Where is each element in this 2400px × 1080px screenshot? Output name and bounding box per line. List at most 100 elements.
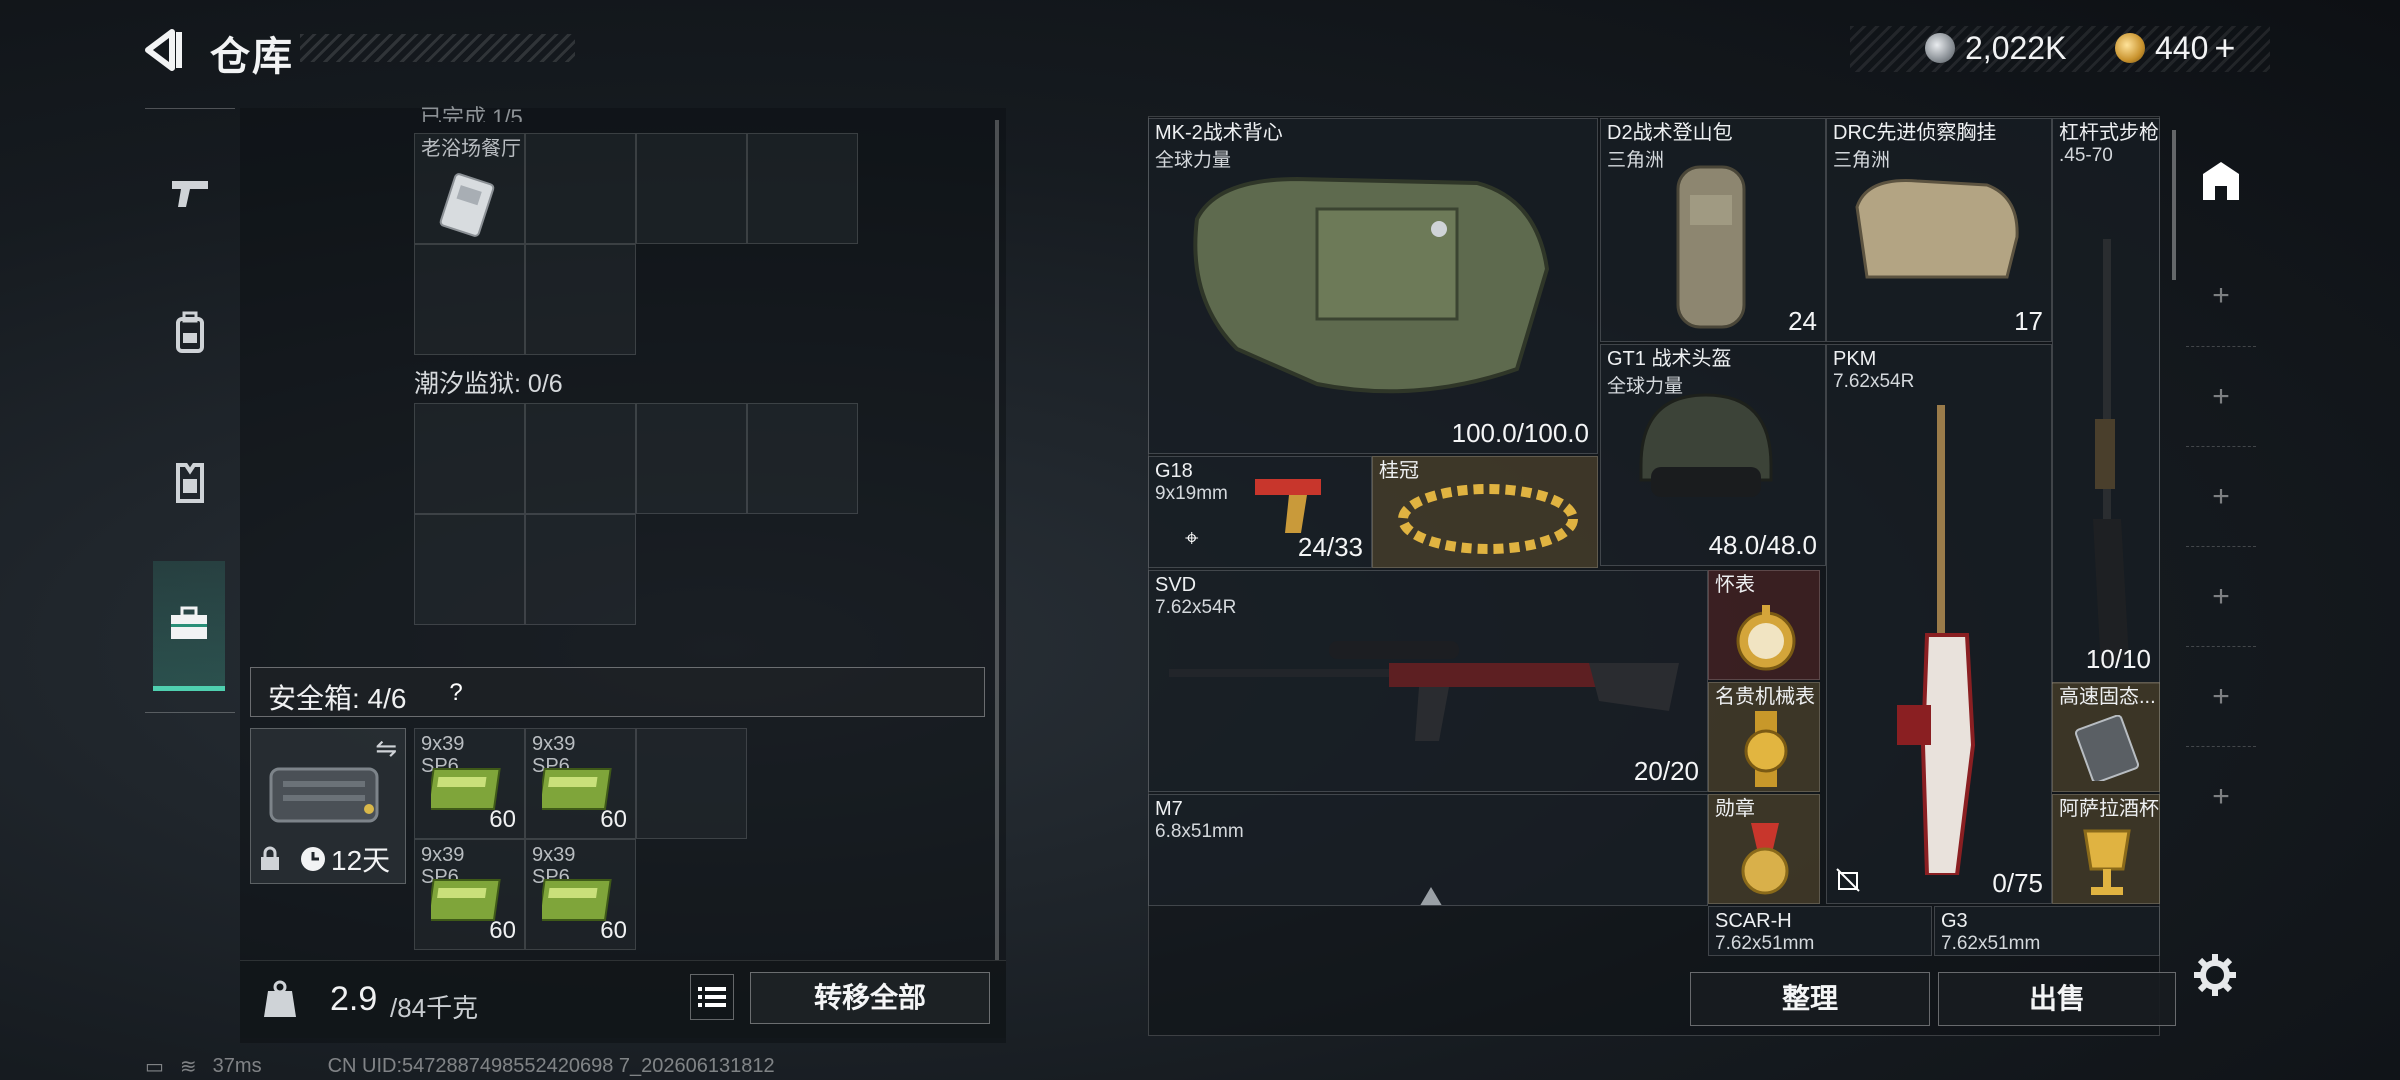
swap-icon[interactable]: ⇋ xyxy=(375,733,397,764)
lock-icon xyxy=(259,846,281,877)
settings-button[interactable] xyxy=(2192,952,2238,998)
ssd-icon xyxy=(2075,715,2139,781)
page-title: 仓库 xyxy=(210,35,294,79)
add-slot-button[interactable]: + xyxy=(2186,346,2256,446)
item-name: M7 xyxy=(1155,798,1183,820)
crown-slot[interactable]: 桂冠 xyxy=(1372,456,1598,568)
back-arrow-icon xyxy=(145,29,182,71)
back-button[interactable] xyxy=(140,26,188,74)
backpack-icon xyxy=(176,311,204,353)
item-name: 名贵机械表 xyxy=(1715,686,1815,708)
ammo-item[interactable]: 9x39 SP6 60 xyxy=(525,839,636,950)
empty-cell[interactable] xyxy=(636,728,747,839)
add-gold-button[interactable]: + xyxy=(2214,27,2235,69)
pocketwatch-slot[interactable]: 怀表 xyxy=(1708,570,1820,680)
empty-cell[interactable] xyxy=(636,133,747,244)
ammo-item[interactable]: 9x39 SP6 60 xyxy=(414,839,525,950)
add-slot-button[interactable]: + xyxy=(2186,646,2256,746)
pkm-slot[interactable]: PKM 7.62x54R 0/75 xyxy=(1826,344,2052,904)
laurel-crown-icon xyxy=(1398,484,1578,554)
add-slot-button[interactable]: + xyxy=(2186,746,2256,846)
container1-cell-item[interactable]: 老浴场餐厅 xyxy=(414,133,525,244)
empty-cell[interactable] xyxy=(525,133,636,244)
vest-slot[interactable]: MK-2战术背心 全球力量 100.0/100.0 xyxy=(1148,118,1598,454)
side-slots: + + + + + + xyxy=(2186,150,2256,930)
sort-button[interactable]: 整理 xyxy=(1690,972,1930,1026)
list-view-button[interactable] xyxy=(690,974,734,1020)
empty-cell[interactable] xyxy=(414,244,525,355)
gold-currency[interactable]: 440 + xyxy=(2115,26,2235,70)
ammo-item[interactable]: 9x39 SP6 60 xyxy=(525,728,636,839)
wristwatch-icon xyxy=(1744,711,1788,787)
backpack-slot[interactable]: D2战术登山包 三角洲 24 xyxy=(1600,118,1826,342)
nav-weapons[interactable] xyxy=(145,128,235,258)
ammo-caliber: 9x39 xyxy=(421,733,465,755)
keycard-icon xyxy=(439,173,495,237)
svd-slot[interactable]: SVD 7.62x54R 20/20 xyxy=(1148,570,1708,792)
nav-backpack[interactable] xyxy=(145,268,235,398)
m7-slot[interactable]: M7 6.8x51mm xyxy=(1148,794,1708,906)
capacity: 24 xyxy=(1788,306,1817,336)
ammo-count: 60 xyxy=(489,917,516,944)
item-name: 勋章 xyxy=(1715,798,1755,820)
title-decoration xyxy=(300,34,575,62)
gear-icon xyxy=(2194,954,2236,996)
chestrig-icon xyxy=(1855,179,2019,279)
uid-text: CN UID:5472887498552420698 7_20260613181… xyxy=(327,1054,775,1077)
durability: 100.0/100.0 xyxy=(1451,418,1589,448)
lever-rifle-slot[interactable]: 杠杆式步枪 .45-70 10/10 xyxy=(2052,118,2160,684)
item-name: 阿萨拉酒杯 xyxy=(2059,798,2159,820)
item-name: MK-2战术背心 xyxy=(1155,122,1283,144)
g3-slot[interactable]: G3 7.62x51mm xyxy=(1934,906,2160,956)
item-sub: 三角洲 xyxy=(1607,150,1665,171)
medal-slot[interactable]: 勋章 xyxy=(1708,794,1820,904)
g18-slot[interactable]: G18 9x19mm ⌖ 24/33 xyxy=(1148,456,1372,568)
add-slot-button[interactable]: + xyxy=(2186,246,2256,346)
add-slot-button[interactable]: + xyxy=(2186,546,2256,646)
empty-cell[interactable] xyxy=(525,244,636,355)
sell-button[interactable]: 出售 xyxy=(1938,972,2176,1026)
empty-cell[interactable] xyxy=(525,514,636,625)
item-name: D2战术登山包 xyxy=(1607,122,1733,144)
durability: 48.0/48.0 xyxy=(1708,530,1817,560)
item-name: PKM xyxy=(1833,348,1877,370)
ssd-slot[interactable]: 高速固态... xyxy=(2052,682,2160,792)
empty-cell[interactable] xyxy=(414,403,525,514)
status-bar: ▭ ≋ 37ms CN UID:5472887498552420698 7_20… xyxy=(145,1054,791,1078)
helmet-slot[interactable]: GT1 战术头盔 全球力量 48.0/48.0 xyxy=(1600,344,1826,566)
empty-cell[interactable] xyxy=(747,403,858,514)
safebox-help-button[interactable]: ? xyxy=(438,677,474,709)
nav-toolbox[interactable] xyxy=(153,561,225,691)
loadout-scrollbar[interactable] xyxy=(2172,130,2176,280)
item-name: G18 xyxy=(1155,460,1193,482)
empty-cell[interactable] xyxy=(747,133,858,244)
scar-slot[interactable]: SCAR-H 7.62x51mm xyxy=(1708,906,1932,956)
item-name: 怀表 xyxy=(1715,574,1755,596)
item-name: 高速固态... xyxy=(2059,686,2156,708)
empty-cell[interactable] xyxy=(414,514,525,625)
safebox-slot[interactable]: ⇋ 12天 xyxy=(250,728,406,884)
watch-slot[interactable]: 名贵机械表 xyxy=(1708,682,1820,792)
item-sub: .45-70 xyxy=(2059,145,2113,166)
empty-cell[interactable] xyxy=(636,403,747,514)
item-name: G3 xyxy=(1941,910,1968,932)
container2-title: 潮汐监狱: 0/6 xyxy=(414,370,563,398)
ammo-count: 60 xyxy=(600,917,627,944)
armor-vest-icon xyxy=(176,463,204,503)
list-icon xyxy=(698,987,726,1007)
chestrig-slot[interactable]: DRC先进侦察胸挂 三角洲 17 xyxy=(1826,118,2052,342)
stash-scrollbar[interactable] xyxy=(995,120,999,960)
warning-triangle-icon xyxy=(1420,887,1442,905)
capacity: 17 xyxy=(2014,306,2043,336)
nav-armor[interactable] xyxy=(145,418,235,548)
pkm-icon xyxy=(1897,405,1976,875)
add-slot-button[interactable]: + xyxy=(2186,446,2256,546)
transfer-all-button[interactable]: 转移全部 xyxy=(750,972,990,1024)
item-name: 杠杆式步枪 xyxy=(2059,122,2159,144)
empty-cell[interactable] xyxy=(525,403,636,514)
cup-slot[interactable]: 阿萨拉酒杯 xyxy=(2052,794,2160,904)
ammo-caliber: 9x39 xyxy=(421,844,465,866)
ammo-item[interactable]: 9x39 SP6 60 xyxy=(414,728,525,839)
item-name: GT1 战术头盔 xyxy=(1607,348,1732,370)
ammo-count: 24/33 xyxy=(1297,532,1363,562)
